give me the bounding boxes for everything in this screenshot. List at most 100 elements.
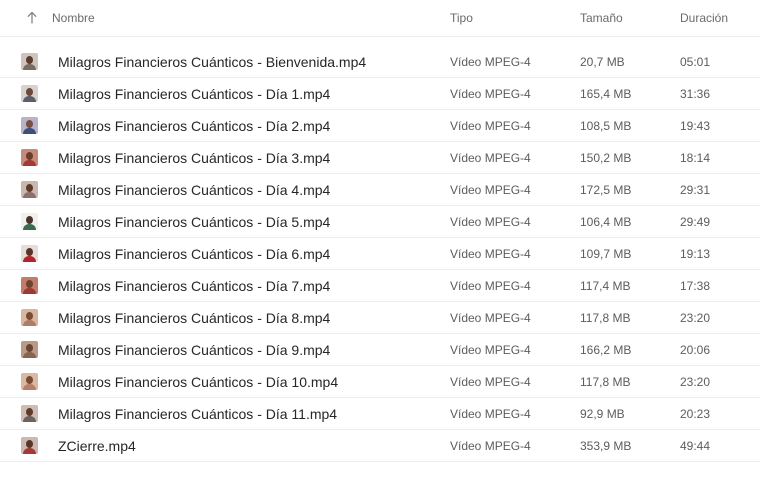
file-name[interactable]: Milagros Financieros Cuánticos - Día 9.m… (58, 342, 330, 358)
file-list: Nombre Tipo Tamaño Duración Milagros Fin… (0, 0, 760, 462)
thumbnail-figure-body (23, 160, 36, 166)
file-size: 172,5 MB (580, 183, 632, 197)
file-row[interactable]: Milagros Financieros Cuánticos - Día 9.m… (0, 334, 760, 366)
thumbnail-figure-body (23, 352, 36, 358)
file-type: Vídeo MPEG-4 (450, 183, 531, 197)
video-thumbnail-icon (21, 245, 38, 262)
column-header-duration[interactable]: Duración (680, 11, 728, 25)
column-header: Nombre Tipo Tamaño Duración (0, 0, 760, 37)
video-thumbnail-icon (21, 181, 38, 198)
file-size: 165,4 MB (580, 87, 632, 101)
column-header-type[interactable]: Tipo (450, 11, 473, 25)
column-header-name[interactable]: Nombre (52, 11, 95, 25)
video-thumbnail-icon (21, 309, 38, 326)
file-duration: 23:20 (680, 311, 711, 325)
video-thumbnail-icon (21, 117, 38, 134)
video-thumbnail-icon (21, 213, 38, 230)
file-type: Vídeo MPEG-4 (450, 439, 531, 453)
file-row[interactable]: Milagros Financieros Cuánticos - Bienven… (0, 46, 760, 78)
thumbnail-figure-head (26, 248, 33, 256)
file-name[interactable]: Milagros Financieros Cuánticos - Bienven… (58, 54, 366, 70)
file-name[interactable]: Milagros Financieros Cuánticos - Día 8.m… (58, 310, 330, 326)
file-size: 92,9 MB (580, 407, 625, 421)
file-row[interactable]: Milagros Financieros Cuánticos - Día 5.m… (0, 206, 760, 238)
video-thumbnail-icon (21, 373, 38, 390)
file-name[interactable]: Milagros Financieros Cuánticos - Día 2.m… (58, 118, 330, 134)
video-thumbnail-icon (21, 405, 38, 422)
file-size: 108,5 MB (580, 119, 632, 133)
file-duration: 18:14 (680, 151, 711, 165)
video-thumbnail-icon (21, 277, 38, 294)
file-row[interactable]: Milagros Financieros Cuánticos - Día 1.m… (0, 78, 760, 110)
file-size: 166,2 MB (580, 343, 632, 357)
file-row[interactable]: Milagros Financieros Cuánticos - Día 2.m… (0, 110, 760, 142)
file-row[interactable]: Milagros Financieros Cuánticos - Día 3.m… (0, 142, 760, 174)
thumbnail-figure-head (26, 152, 33, 160)
file-duration: 31:36 (680, 87, 711, 101)
file-name[interactable]: ZCierre.mp4 (58, 438, 136, 454)
file-duration: 17:38 (680, 279, 711, 293)
file-type: Vídeo MPEG-4 (450, 247, 531, 261)
thumbnail-figure-body (23, 192, 36, 198)
video-thumbnail-icon (21, 85, 38, 102)
thumbnail-figure-body (23, 384, 36, 390)
file-type: Vídeo MPEG-4 (450, 279, 531, 293)
column-header-size[interactable]: Tamaño (580, 11, 623, 25)
thumbnail-figure-body (23, 96, 36, 102)
file-name[interactable]: Milagros Financieros Cuánticos - Día 7.m… (58, 278, 330, 294)
thumbnail-figure-body (23, 64, 36, 70)
file-name[interactable]: Milagros Financieros Cuánticos - Día 3.m… (58, 150, 330, 166)
file-type: Vídeo MPEG-4 (450, 151, 531, 165)
file-type: Vídeo MPEG-4 (450, 407, 531, 421)
file-size: 150,2 MB (580, 151, 632, 165)
file-size: 106,4 MB (580, 215, 632, 229)
file-duration: 29:49 (680, 215, 711, 229)
thumbnail-figure-head (26, 408, 33, 416)
file-duration: 19:43 (680, 119, 711, 133)
thumbnail-figure-head (26, 88, 33, 96)
thumbnail-figure-body (23, 288, 36, 294)
thumbnail-figure-head (26, 216, 33, 224)
file-type: Vídeo MPEG-4 (450, 375, 531, 389)
file-type: Vídeo MPEG-4 (450, 119, 531, 133)
file-duration: 23:20 (680, 375, 711, 389)
thumbnail-figure-head (26, 120, 33, 128)
file-type: Vídeo MPEG-4 (450, 87, 531, 101)
file-row[interactable]: Milagros Financieros Cuánticos - Día 6.m… (0, 238, 760, 270)
file-name[interactable]: Milagros Financieros Cuánticos - Día 11.… (58, 406, 337, 422)
file-size: 117,8 MB (580, 375, 631, 389)
video-thumbnail-icon (21, 341, 38, 358)
file-size: 117,4 MB (580, 279, 631, 293)
file-duration: 20:23 (680, 407, 711, 421)
video-thumbnail-icon (21, 53, 38, 70)
arrow-up-icon[interactable] (27, 11, 37, 25)
thumbnail-figure-body (23, 416, 36, 422)
file-name[interactable]: Milagros Financieros Cuánticos - Día 4.m… (58, 182, 330, 198)
file-size: 117,8 MB (580, 311, 631, 325)
file-duration: 05:01 (680, 55, 711, 69)
file-name[interactable]: Milagros Financieros Cuánticos - Día 5.m… (58, 214, 330, 230)
thumbnail-figure-head (26, 344, 33, 352)
file-duration: 49:44 (680, 439, 711, 453)
file-row[interactable]: ZCierre.mp4 Vídeo MPEG-4 353,9 MB 49:44 (0, 430, 760, 462)
file-size: 20,7 MB (580, 55, 625, 69)
file-size: 109,7 MB (580, 247, 632, 261)
file-name[interactable]: Milagros Financieros Cuánticos - Día 6.m… (58, 246, 330, 262)
file-row[interactable]: Milagros Financieros Cuánticos - Día 7.m… (0, 270, 760, 302)
file-name[interactable]: Milagros Financieros Cuánticos - Día 1.m… (58, 86, 330, 102)
thumbnail-figure-body (23, 224, 36, 230)
file-rows: Milagros Financieros Cuánticos - Bienven… (0, 46, 760, 462)
file-duration: 19:13 (680, 247, 711, 261)
thumbnail-figure-head (26, 312, 33, 320)
file-row[interactable]: Milagros Financieros Cuánticos - Día 4.m… (0, 174, 760, 206)
file-row[interactable]: Milagros Financieros Cuánticos - Día 11.… (0, 398, 760, 430)
thumbnail-figure-body (23, 128, 36, 134)
file-name[interactable]: Milagros Financieros Cuánticos - Día 10.… (58, 374, 338, 390)
file-row[interactable]: Milagros Financieros Cuánticos - Día 8.m… (0, 302, 760, 334)
file-duration: 20:06 (680, 343, 711, 357)
file-row[interactable]: Milagros Financieros Cuánticos - Día 10.… (0, 366, 760, 398)
thumbnail-figure-head (26, 184, 33, 192)
thumbnail-figure-head (26, 56, 33, 64)
video-thumbnail-icon (21, 437, 38, 454)
thumbnail-figure-body (23, 448, 36, 454)
